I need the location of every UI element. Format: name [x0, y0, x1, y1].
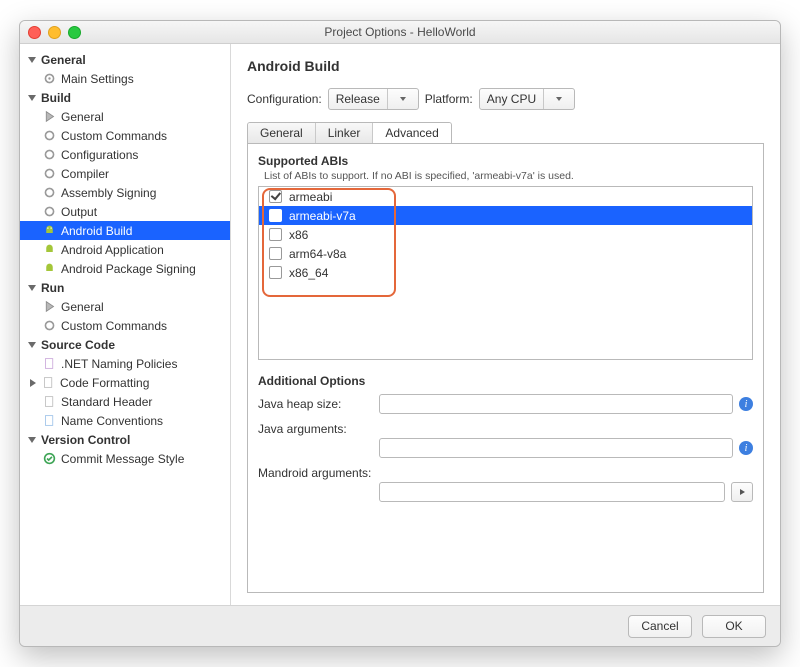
- sidebar-item-android-build[interactable]: Android Build: [20, 221, 230, 240]
- sidebar-item-android-package-signing[interactable]: Android Package Signing: [20, 259, 230, 278]
- gear-icon: [42, 205, 56, 219]
- gear-icon: [42, 186, 56, 200]
- checkbox-icon[interactable]: [269, 190, 282, 203]
- gear-icon: [42, 319, 56, 333]
- play-icon: [42, 300, 56, 314]
- abi-row-armeabi[interactable]: armeabi: [259, 187, 752, 206]
- page-title: Android Build: [247, 58, 764, 74]
- gear-icon: [42, 72, 56, 86]
- sidebar-cat-build[interactable]: Build: [20, 88, 230, 107]
- row-java-args-input: i: [258, 438, 753, 458]
- android-icon: [42, 243, 56, 257]
- main-panel: Android Build Configuration: Release Pla…: [231, 44, 780, 605]
- chevron-down-icon: [28, 95, 36, 101]
- abi-list[interactable]: armeabi armeabi-v7a x86 arm64-v8a x86_64: [258, 186, 753, 360]
- java-args-input[interactable]: [379, 438, 733, 458]
- sidebar-item-net-naming[interactable]: .NET Naming Policies: [20, 354, 230, 373]
- tab-pane-advanced: Supported ABIs List of ABIs to support. …: [247, 143, 764, 593]
- tab-advanced[interactable]: Advanced: [373, 123, 450, 143]
- sidebar-item-name-conventions[interactable]: Name Conventions: [20, 411, 230, 430]
- gear-icon: [42, 167, 56, 181]
- info-icon[interactable]: i: [739, 397, 753, 411]
- chevron-right-icon: [30, 379, 36, 387]
- checkbox-icon[interactable]: [269, 209, 282, 222]
- configuration-label: Configuration:: [247, 92, 322, 106]
- chevron-down-icon: [28, 57, 36, 63]
- document-icon: [42, 357, 56, 371]
- sidebar-item-android-application[interactable]: Android Application: [20, 240, 230, 259]
- check-circle-icon: [42, 452, 56, 466]
- java-heap-label: Java heap size:: [258, 397, 373, 411]
- chevron-down-icon: [543, 89, 574, 109]
- sidebar-cat-source-code[interactable]: Source Code: [20, 335, 230, 354]
- sidebar-item-compiler[interactable]: Compiler: [20, 164, 230, 183]
- tab-general[interactable]: General: [248, 123, 316, 143]
- gear-icon: [42, 129, 56, 143]
- sidebar-cat-version-control[interactable]: Version Control: [20, 430, 230, 449]
- abi-row-x86[interactable]: x86: [259, 225, 752, 244]
- document-icon: [42, 414, 56, 428]
- tabs: General Linker Advanced: [247, 122, 452, 143]
- abi-row-x86-64[interactable]: x86_64: [259, 263, 752, 282]
- dialog-window: Project Options - HelloWorld General Mai…: [19, 20, 781, 647]
- android-icon: [42, 262, 56, 276]
- titlebar: Project Options - HelloWorld: [20, 21, 780, 44]
- supported-abis-group: Supported ABIs: [258, 154, 753, 168]
- sidebar-item-main-settings[interactable]: Main Settings: [20, 69, 230, 88]
- dialog-footer: Cancel OK: [20, 605, 780, 646]
- sidebar-item-output[interactable]: Output: [20, 202, 230, 221]
- play-icon: [42, 110, 56, 124]
- row-mandroid-args: Mandroid arguments:: [258, 466, 753, 480]
- chevron-down-icon: [28, 437, 36, 443]
- sidebar-item-run-general[interactable]: General: [20, 297, 230, 316]
- row-mandroid-args-input: [258, 482, 753, 502]
- chevron-down-icon: [28, 342, 36, 348]
- cancel-button[interactable]: Cancel: [628, 615, 692, 638]
- abi-row-arm64-v8a[interactable]: arm64-v8a: [259, 244, 752, 263]
- sidebar: General Main Settings Build General Cust…: [20, 44, 231, 605]
- mandroid-args-input[interactable]: [379, 482, 725, 502]
- java-heap-input[interactable]: [379, 394, 733, 414]
- checkbox-icon[interactable]: [269, 228, 282, 241]
- android-icon: [42, 224, 56, 238]
- checkbox-icon[interactable]: [269, 247, 282, 260]
- row-java-heap: Java heap size: i: [258, 394, 753, 414]
- tab-linker[interactable]: Linker: [316, 123, 374, 143]
- chevron-down-icon: [28, 285, 36, 291]
- mandroid-args-label: Mandroid arguments:: [258, 466, 373, 480]
- sidebar-item-code-formatting[interactable]: Code Formatting: [20, 373, 230, 392]
- run-button[interactable]: [731, 482, 753, 502]
- abi-row-armeabi-v7a[interactable]: armeabi-v7a: [259, 206, 752, 225]
- sidebar-item-commit-style[interactable]: Commit Message Style: [20, 449, 230, 468]
- sidebar-item-assembly-signing[interactable]: Assembly Signing: [20, 183, 230, 202]
- document-icon: [42, 395, 56, 409]
- supported-abis-hint: List of ABIs to support. If no ABI is sp…: [264, 170, 753, 182]
- sidebar-item-run-custom-commands[interactable]: Custom Commands: [20, 316, 230, 335]
- additional-options-group: Additional Options: [258, 374, 753, 388]
- sidebar-cat-general[interactable]: General: [20, 50, 230, 69]
- chevron-down-icon: [387, 89, 418, 109]
- window-title: Project Options - HelloWorld: [20, 25, 780, 39]
- checkbox-icon[interactable]: [269, 266, 282, 279]
- config-row: Configuration: Release Platform: Any CPU: [247, 88, 764, 110]
- sidebar-cat-run[interactable]: Run: [20, 278, 230, 297]
- platform-label: Platform:: [425, 92, 473, 106]
- info-icon[interactable]: i: [739, 441, 753, 455]
- dialog-body: General Main Settings Build General Cust…: [20, 44, 780, 605]
- platform-select[interactable]: Any CPU: [479, 88, 575, 110]
- java-args-label: Java arguments:: [258, 422, 373, 436]
- sidebar-item-build-general[interactable]: General: [20, 107, 230, 126]
- configuration-select[interactable]: Release: [328, 88, 419, 110]
- sidebar-item-standard-header[interactable]: Standard Header: [20, 392, 230, 411]
- sidebar-item-custom-commands[interactable]: Custom Commands: [20, 126, 230, 145]
- sidebar-item-configurations[interactable]: Configurations: [20, 145, 230, 164]
- ok-button[interactable]: OK: [702, 615, 766, 638]
- gear-icon: [42, 148, 56, 162]
- row-java-args: Java arguments:: [258, 422, 753, 436]
- document-icon: [41, 376, 55, 390]
